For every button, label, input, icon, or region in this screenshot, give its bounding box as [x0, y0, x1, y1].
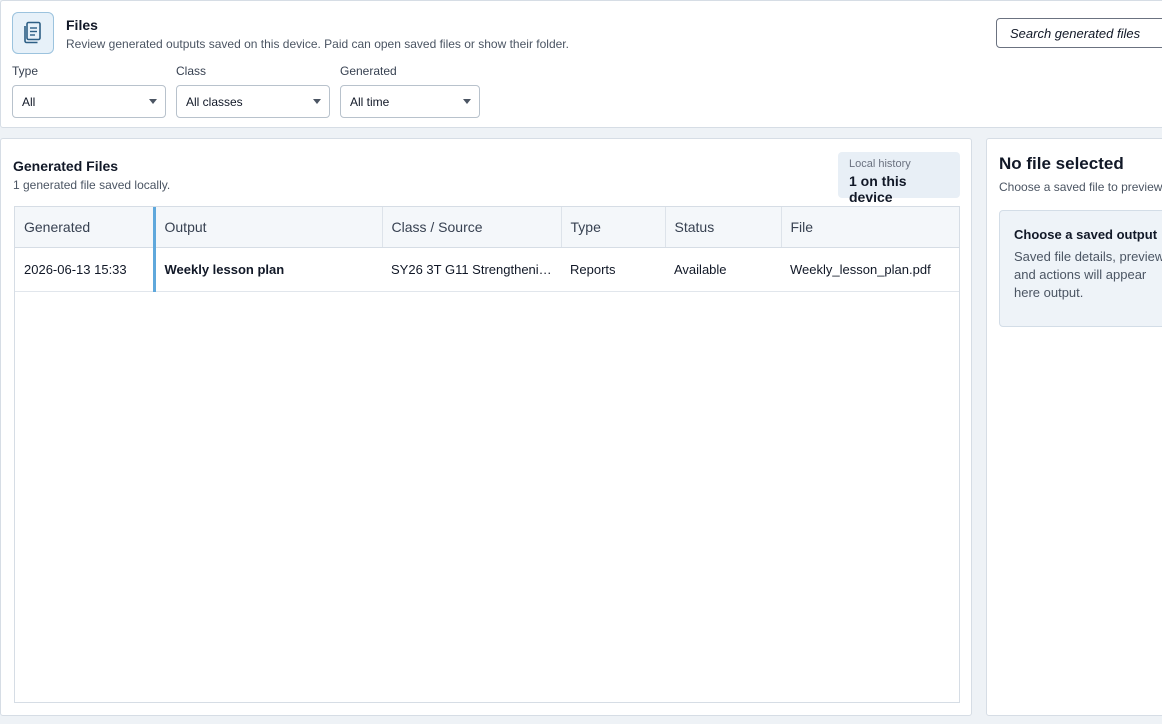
- empty-state-title: Choose a saved output: [1014, 227, 1158, 242]
- page-subtitle: Review generated outputs saved on this d…: [66, 37, 569, 51]
- generated-filter-select[interactable]: All time: [340, 85, 480, 118]
- detail-title: No file selected: [999, 154, 1124, 173]
- generated-filter-value: All time: [350, 94, 390, 109]
- cell-type: Reports: [561, 247, 665, 292]
- type-filter-select[interactable]: All: [12, 85, 166, 118]
- files-header: Files Review generated outputs saved on …: [0, 0, 1162, 128]
- table-header-row: Generated Output Class / Source Type Sta…: [15, 207, 959, 248]
- panel-subtitle: 1 generated file saved locally.: [13, 178, 171, 192]
- class-filter-select[interactable]: All classes: [176, 85, 330, 118]
- column-header-output[interactable]: Output: [152, 207, 383, 248]
- chevron-down-icon: [313, 99, 321, 104]
- column-header-file[interactable]: File: [781, 207, 959, 248]
- cell-generated: 2026-06-13 15:33: [15, 247, 154, 292]
- class-filter-label: Class: [176, 64, 207, 78]
- chevron-down-icon: [149, 99, 157, 104]
- detail-subtitle: Choose a saved file to preview: [999, 180, 1162, 194]
- column-header-generated[interactable]: Generated: [15, 207, 155, 248]
- history-label: Local history: [849, 158, 911, 170]
- empty-state-body: Saved file details, preview and actions …: [1014, 249, 1162, 300]
- history-count: 1 on this device: [849, 173, 907, 205]
- generated-files-panel: Generated Files 1 generated file saved l…: [0, 138, 972, 716]
- cell-output: Weekly lesson plan: [152, 247, 382, 292]
- class-filter-value: All classes: [186, 94, 243, 109]
- column-header-status[interactable]: Status: [665, 207, 782, 248]
- search-input[interactable]: [996, 18, 1162, 48]
- cell-file: Weekly_lesson_plan.pdf: [781, 247, 959, 292]
- generated-filter-label: Generated: [340, 64, 397, 78]
- type-filter-label: Type: [12, 64, 39, 78]
- table-row[interactable]: 2026-06-13 15:33 Weekly lesson plan SY26…: [15, 247, 959, 292]
- panel-title: Generated Files: [13, 158, 119, 174]
- chevron-down-icon: [463, 99, 471, 104]
- column-header-class-source[interactable]: Class / Source: [382, 207, 562, 248]
- column-header-type[interactable]: Type: [561, 207, 666, 248]
- cell-status: Available: [665, 247, 781, 292]
- files-table: Generated Output Class / Source Type Sta…: [14, 206, 960, 703]
- type-filter-value: All: [22, 94, 36, 109]
- empty-state-card: Choose a saved output Saved file details…: [999, 210, 1162, 327]
- document-icon: [12, 12, 54, 54]
- page-title: Files: [66, 17, 98, 33]
- cell-class-source: SY26 3T G11 Strengthening: [382, 247, 561, 292]
- local-history-badge: Local history 1 on this device: [838, 152, 960, 205]
- file-detail-panel: No file selected Choose a saved file to …: [986, 138, 1162, 716]
